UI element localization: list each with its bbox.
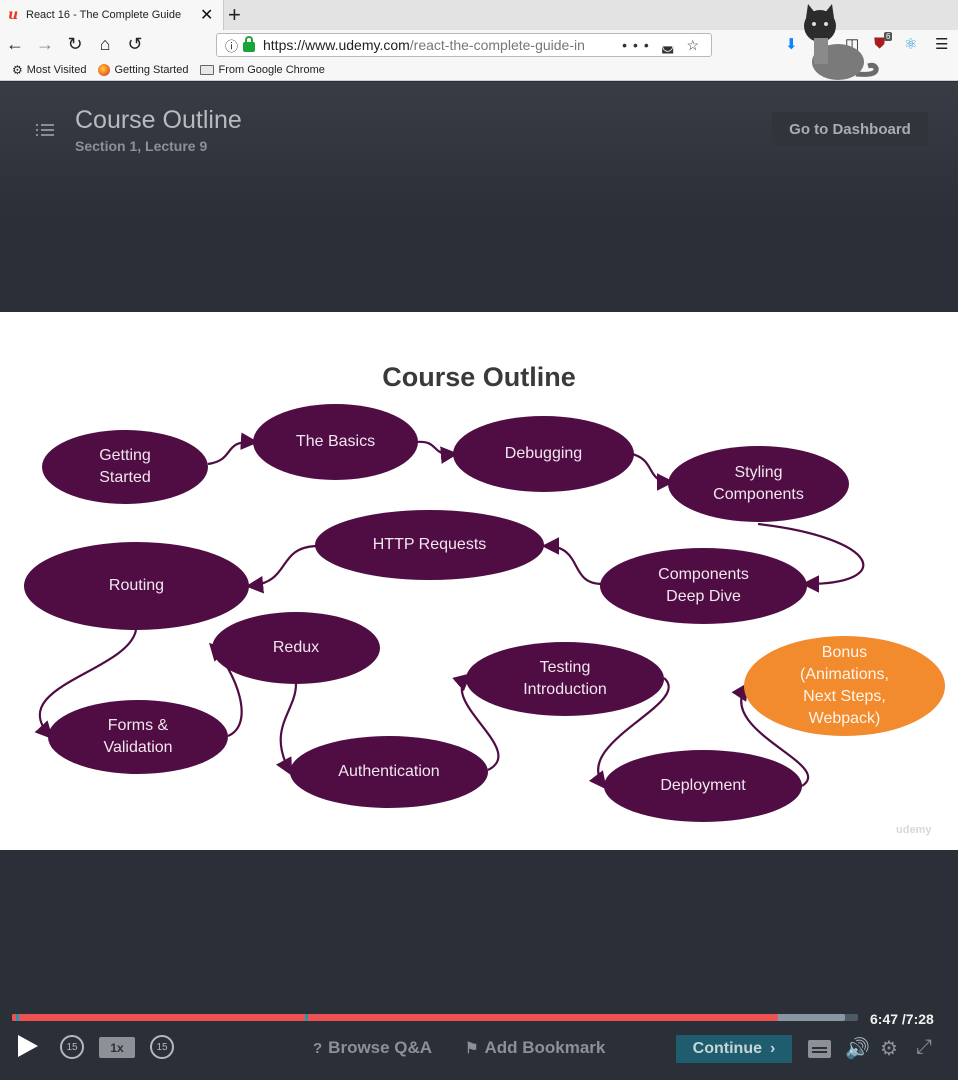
udemy-watermark: udemy bbox=[896, 824, 932, 836]
pocket-icon[interactable]: ◛ bbox=[661, 37, 687, 54]
url-domain: https://www.udemy.com bbox=[263, 37, 410, 53]
cat-mascot-icon bbox=[804, 4, 879, 80]
bookmark-label: Most Visited bbox=[26, 64, 87, 76]
lecture-subtitle: Section 1, Lecture 9 bbox=[75, 138, 208, 154]
node-testing-introduction: Testing Introduction bbox=[466, 642, 664, 716]
slide-title: Course Outline bbox=[382, 362, 576, 392]
play-button[interactable] bbox=[18, 1035, 38, 1057]
url-text[interactable]: https://www.udemy.com/react-the-complete… bbox=[263, 37, 622, 53]
progress-marker bbox=[16, 1014, 19, 1021]
gear-icon: ⚙ bbox=[12, 63, 23, 77]
node-routing: Routing bbox=[24, 542, 249, 630]
udemy-favicon-icon: u bbox=[8, 7, 19, 23]
tab-title: React 16 - The Complete Guide bbox=[26, 9, 182, 21]
bookmark-getting-started[interactable]: Getting Started bbox=[98, 64, 188, 76]
continue-button[interactable]: Continue › bbox=[676, 1035, 792, 1063]
node-redux: Redux bbox=[212, 612, 380, 684]
arrow-http-routing bbox=[245, 544, 317, 594]
fullscreen-icon[interactable]: ⤢ bbox=[916, 1036, 932, 1059]
node-deployment: Deployment bbox=[604, 750, 802, 822]
settings-gear-icon[interactable]: ⚙ bbox=[880, 1036, 898, 1061]
bookmark-most-visited[interactable]: ⚙ Most Visited bbox=[12, 63, 86, 77]
lecture-slide: Course Outline Getting Started The Basic… bbox=[0, 312, 958, 850]
folder-icon bbox=[200, 65, 215, 75]
node-debugging: Debugging bbox=[453, 416, 634, 492]
firefox-icon bbox=[98, 64, 111, 76]
node-forms-validation: Forms & Validation bbox=[48, 700, 228, 774]
browser-tab[interactable]: u React 16 - The Complete Guide ✕ bbox=[0, 0, 224, 30]
reload-icon[interactable]: ↻ bbox=[64, 34, 86, 55]
bookmark-label: From Google Chrome bbox=[218, 64, 325, 76]
playback-speed-button[interactable]: 1x bbox=[99, 1037, 135, 1058]
video-timecode: 6:47 /7:28 bbox=[870, 1011, 934, 1027]
bookmark-star-icon[interactable]: ☆ bbox=[686, 37, 711, 54]
bookmark-from-chrome[interactable]: From Google Chrome bbox=[200, 64, 325, 76]
forward-15-button[interactable]: 15 bbox=[150, 1035, 174, 1059]
history-icon[interactable]: ↺ bbox=[124, 34, 146, 55]
played-bar bbox=[12, 1014, 778, 1021]
browse-qa-label: Browse Q&A bbox=[328, 1038, 433, 1057]
back-icon[interactable]: ← bbox=[4, 34, 26, 55]
home-icon[interactable]: ⌂ bbox=[94, 34, 116, 55]
node-getting-started: Getting Started bbox=[42, 430, 208, 504]
continue-label: Continue bbox=[692, 1040, 762, 1057]
new-tab-button[interactable]: + bbox=[228, 2, 241, 28]
arrow-debugging-styling bbox=[631, 452, 675, 491]
progress-marker bbox=[305, 1014, 308, 1021]
bookmark-add-icon: ⚑ bbox=[465, 1040, 479, 1057]
arrow-redux-auth bbox=[275, 683, 298, 776]
tab-close-icon[interactable]: ✕ bbox=[200, 5, 213, 25]
forward-icon[interactable]: → bbox=[34, 34, 56, 55]
current-time: 6:47 bbox=[870, 1011, 899, 1027]
node-components-deep-dive: Components Deep Dive bbox=[600, 548, 807, 624]
url-path: /react-the-complete-guide-in bbox=[409, 37, 585, 53]
arrow-basics-debugging bbox=[415, 440, 459, 464]
captions-icon[interactable] bbox=[808, 1040, 831, 1058]
question-icon: ? bbox=[313, 1039, 323, 1057]
chevron-right-icon: › bbox=[770, 1040, 776, 1057]
list-icon[interactable] bbox=[36, 124, 54, 140]
node-authentication: Authentication bbox=[290, 736, 488, 808]
extension-badge: 6 bbox=[884, 32, 893, 41]
page-title: Course Outline bbox=[75, 106, 242, 134]
node-bonus: Bonus (Animations, Next Steps, Webpack) bbox=[744, 636, 945, 736]
video-progress-bar[interactable] bbox=[12, 1014, 858, 1021]
bookmark-label: Getting Started bbox=[114, 64, 189, 76]
page-actions-icon[interactable]: ••• bbox=[622, 37, 661, 53]
browse-qa-button[interactable]: ? Browse Q&A bbox=[313, 1038, 432, 1058]
node-http-requests: HTTP Requests bbox=[315, 510, 544, 580]
secure-lock-icon bbox=[243, 36, 255, 52]
node-styling-components: Styling Components bbox=[668, 446, 849, 522]
add-bookmark-button[interactable]: ⚑ Add Bookmark bbox=[465, 1038, 605, 1058]
total-time: /7:28 bbox=[901, 1011, 934, 1027]
add-bookmark-label: Add Bookmark bbox=[484, 1038, 606, 1057]
download-icon[interactable]: ⬇ bbox=[785, 35, 798, 53]
url-bar[interactable]: ⓘ https://www.udemy.com/react-the-comple… bbox=[216, 33, 712, 57]
volume-icon[interactable]: 🔊 bbox=[845, 1036, 870, 1061]
course-header: Course Outline Section 1, Lecture 9 Go t… bbox=[0, 82, 958, 312]
rewind-15-button[interactable]: 15 bbox=[60, 1035, 84, 1059]
site-info-icon[interactable]: ⓘ bbox=[225, 36, 243, 55]
arrow-deepdive-http bbox=[541, 537, 603, 586]
node-the-basics: The Basics bbox=[253, 404, 418, 480]
arrow-getting-started-basics bbox=[207, 432, 259, 466]
menu-icon[interactable]: ☰ bbox=[935, 35, 948, 53]
go-to-dashboard-button[interactable]: Go to Dashboard bbox=[772, 112, 928, 146]
react-devtools-icon[interactable]: ⚛ bbox=[904, 35, 917, 53]
